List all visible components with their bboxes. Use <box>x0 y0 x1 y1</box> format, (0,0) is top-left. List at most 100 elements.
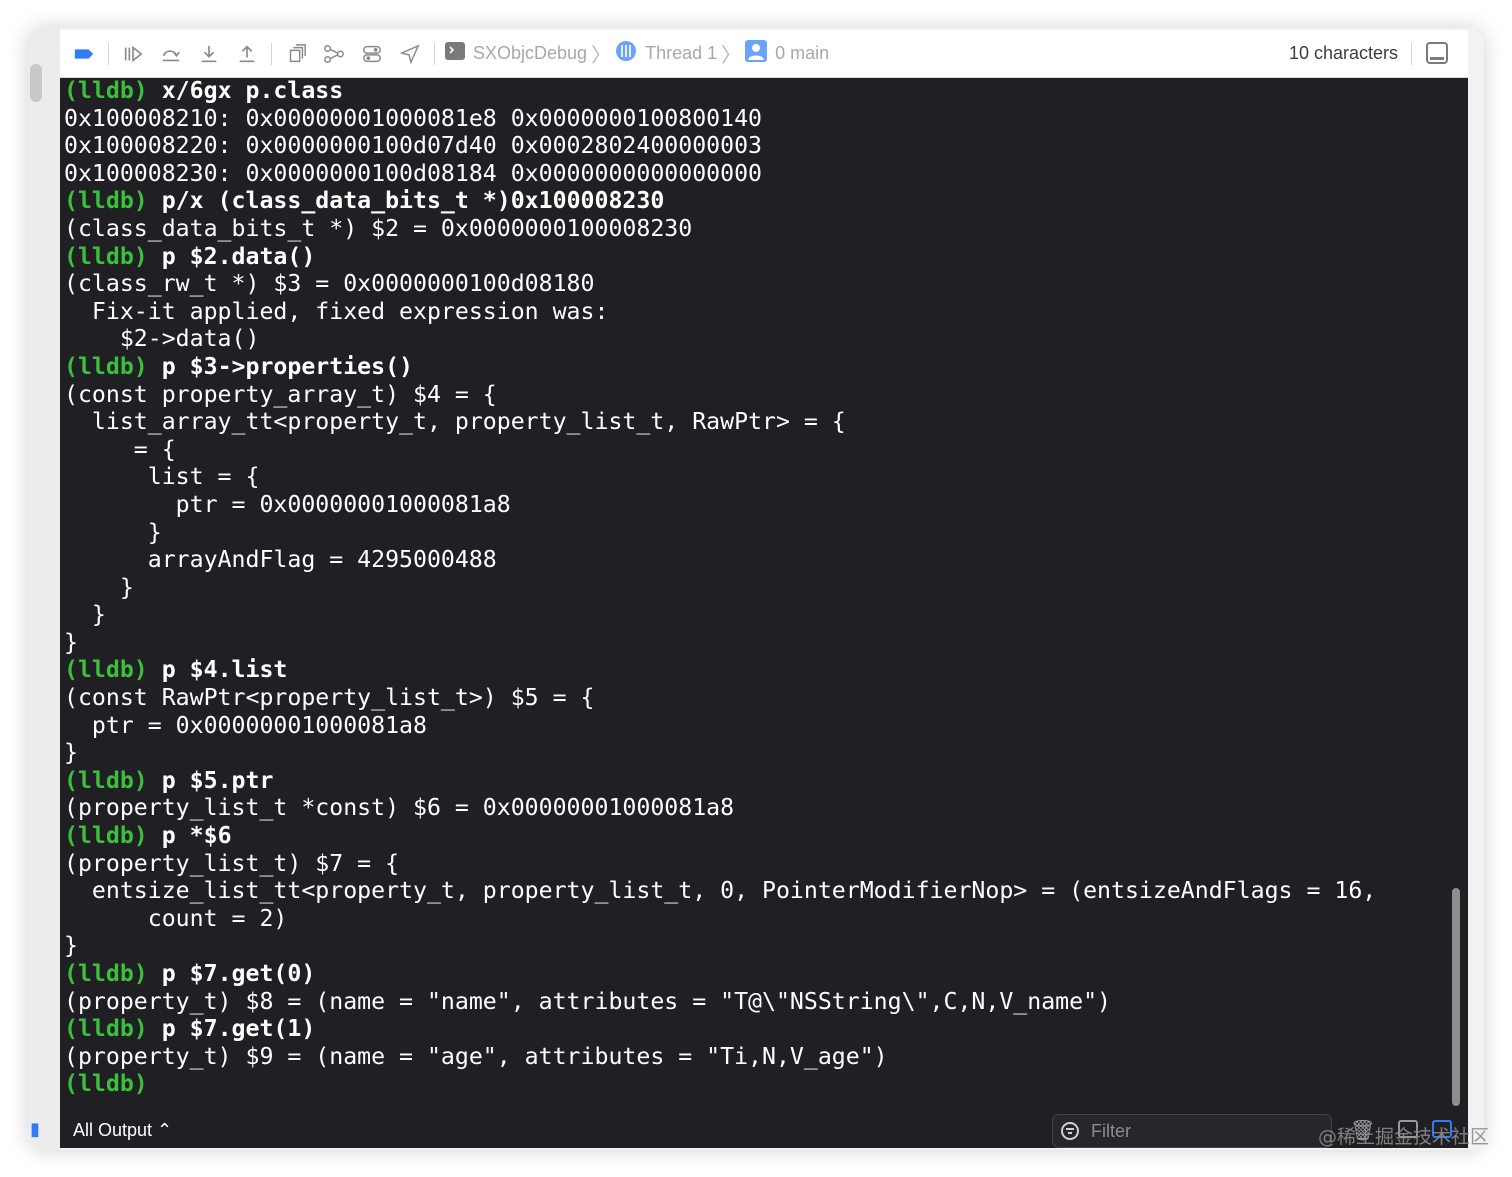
lldb-command: p $7.get(0) <box>147 960 316 987</box>
output-text: list = { <box>64 463 260 491</box>
debug-toolbar: SXObjcDebug 〉 Thread 1 〉 0 main 10 chara… <box>60 30 1468 78</box>
lldb-prompt: (lldb) <box>64 656 148 684</box>
lldb-prompt: (lldb) <box>64 766 148 794</box>
output-text: (property_t) $8 = (name = "name", attrib… <box>64 987 1112 1015</box>
lldb-command: x/6gx p.class <box>147 77 344 104</box>
chevron-right-icon: 〉 <box>721 45 742 67</box>
console-output-line: (class_data_bits_t *) $2 = 0x00000001000… <box>64 215 1444 243</box>
thread-icon <box>615 40 637 67</box>
continue-button[interactable] <box>119 40 147 68</box>
output-text: (property_list_t) $7 = { <box>64 849 400 877</box>
location-icon <box>399 43 420 64</box>
console-output-line: list = { <box>64 463 1444 491</box>
filter-icon <box>1061 1122 1079 1140</box>
memory-graph-button[interactable] <box>320 40 348 68</box>
sidebar-toggle-icon[interactable]: ▮ <box>30 1118 42 1140</box>
console-output-line: (property_list_t *const) $6 = 0x00000001… <box>64 794 1444 822</box>
console-command-line: (lldb) p $3->properties() <box>64 353 1444 381</box>
output-text: ptr = 0x00000001000081a8 <box>64 490 511 518</box>
output-text: Fix-it applied, fixed expression was: <box>64 297 609 325</box>
output-text: = { <box>64 435 176 463</box>
memory-graph-icon <box>324 44 344 63</box>
step-into-button[interactable] <box>195 40 223 68</box>
console-output-line: (property_t) $8 = (name = "name", attrib… <box>64 988 1444 1016</box>
console-output-line: 0x100008220: 0x0000000100d07d40 0x000280… <box>64 132 1444 160</box>
breadcrumb-thread[interactable]: Thread 1 <box>645 43 717 64</box>
console-command-line: (lldb) p $5.ptr <box>64 767 1444 795</box>
console-output-line: 0x100008230: 0x0000000100d08184 0x000000… <box>64 160 1444 188</box>
watermark: @稀土掘金技术社区 <box>1318 1126 1490 1148</box>
breakpoint-toggle-button[interactable] <box>70 40 98 68</box>
output-text: } <box>64 628 78 656</box>
view-hierarchy-button[interactable] <box>282 40 310 68</box>
console-output-line: 0x100008210: 0x00000001000081e8 0x000000… <box>64 105 1444 133</box>
output-text: 0x100008230: 0x0000000100d08184 0x000000… <box>64 159 763 187</box>
console-output-line: } <box>64 629 1444 657</box>
step-over-icon <box>162 49 180 61</box>
output-text: $2->data() <box>64 325 260 353</box>
breadcrumb: SXObjcDebug 〉 Thread 1 〉 0 main <box>445 39 829 68</box>
lldb-prompt: (lldb) <box>64 352 148 380</box>
breakpoint-icon <box>74 48 94 59</box>
lldb-prompt: (lldb) <box>64 242 148 270</box>
output-text: entsize_list_tt<property_t, property_lis… <box>64 877 1377 905</box>
output-text: (class_rw_t *) $3 = 0x0000000100d08180 <box>64 270 595 298</box>
step-out-icon <box>239 44 255 62</box>
output-text: } <box>64 573 134 601</box>
output-text: (const property_array_t) $4 = { <box>64 380 497 408</box>
lldb-command: p $3->properties() <box>147 352 414 380</box>
console-output-line: } <box>64 601 1444 629</box>
lldb-prompt: (lldb) <box>64 960 148 987</box>
lldb-command: p $4.list <box>147 656 288 684</box>
output-text: } <box>64 601 106 629</box>
output-selector[interactable]: All Output ⌃ <box>73 1120 172 1141</box>
console-scrollbar[interactable] <box>1452 888 1460 1106</box>
step-out-button[interactable] <box>233 40 261 68</box>
breadcrumb-scheme[interactable]: SXObjcDebug <box>473 43 587 64</box>
simulate-location-button[interactable] <box>396 40 424 68</box>
output-text: ptr = 0x00000001000081a8 <box>64 711 427 739</box>
toolbar-divider <box>108 42 109 65</box>
console-output-line: (class_rw_t *) $3 = 0x0000000100d08180 <box>64 270 1444 298</box>
console-output-line: Fix-it applied, fixed expression was: <box>64 298 1444 326</box>
console-output-line: } <box>64 574 1444 602</box>
console-output-line: count = 2) <box>64 905 1444 933</box>
console-command-line: (lldb) p $7.get(0) <box>64 960 1444 988</box>
output-text: (const RawPtr<property_list_t>) $5 = { <box>64 684 595 712</box>
lldb-prompt: (lldb) <box>64 187 148 215</box>
resize-handle[interactable] <box>30 64 42 102</box>
console-output-line: } <box>64 932 1444 960</box>
console-output-line: } <box>64 739 1444 767</box>
breadcrumb-frame[interactable]: 0 main <box>775 43 829 64</box>
panel-toggle-icon[interactable] <box>1426 42 1448 64</box>
filter-field[interactable] <box>1052 1114 1332 1148</box>
output-text: 0x100008220: 0x0000000100d07d40 0x000280… <box>64 132 763 160</box>
debug-area: SXObjcDebug 〉 Thread 1 〉 0 main 10 chara… <box>60 30 1468 1148</box>
console-output-line: list_array_tt<property_t, property_list_… <box>64 408 1444 436</box>
environment-overrides-button[interactable] <box>358 40 386 68</box>
output-text: count = 2) <box>64 904 288 932</box>
console-command-line: (lldb) p $2.data() <box>64 243 1444 271</box>
console-output-line: = { <box>64 436 1444 464</box>
lldb-prompt: (lldb) <box>64 1070 148 1098</box>
console-output-line: entsize_list_tt<property_t, property_lis… <box>64 877 1444 905</box>
output-text: } <box>64 739 78 767</box>
console-output-line: arrayAndFlag = 4295000488 <box>64 546 1444 574</box>
console-command-line: (lldb) p/x (class_data_bits_t *)0x100008… <box>64 187 1444 215</box>
console-output-line: ptr = 0x00000001000081a8 <box>64 491 1444 519</box>
editor-left-strip <box>28 28 60 1150</box>
lldb-command: p $7.get(1) <box>147 1015 316 1043</box>
console-output-line: (const property_array_t) $4 = { <box>64 381 1444 409</box>
lldb-command: p/x (class_data_bits_t *)0x100008230 <box>147 187 665 215</box>
output-text: (property_list_t *const) $6 = 0x00000001… <box>64 794 735 822</box>
filter-input[interactable] <box>1089 1119 1313 1143</box>
output-text: } <box>64 932 78 960</box>
character-count: 10 characters <box>1288 43 1398 63</box>
terminal-icon <box>445 42 465 65</box>
lldb-console[interactable]: (lldb) x/6gx p.class 0x100008210: 0x00000… <box>64 77 1444 1107</box>
output-text: } <box>64 518 162 546</box>
lldb-prompt: (lldb) <box>64 1015 148 1043</box>
console-output-line: ptr = 0x00000001000081a8 <box>64 712 1444 740</box>
step-over-button[interactable] <box>157 40 185 68</box>
output-text: list_array_tt<property_t, property_list_… <box>64 408 846 436</box>
